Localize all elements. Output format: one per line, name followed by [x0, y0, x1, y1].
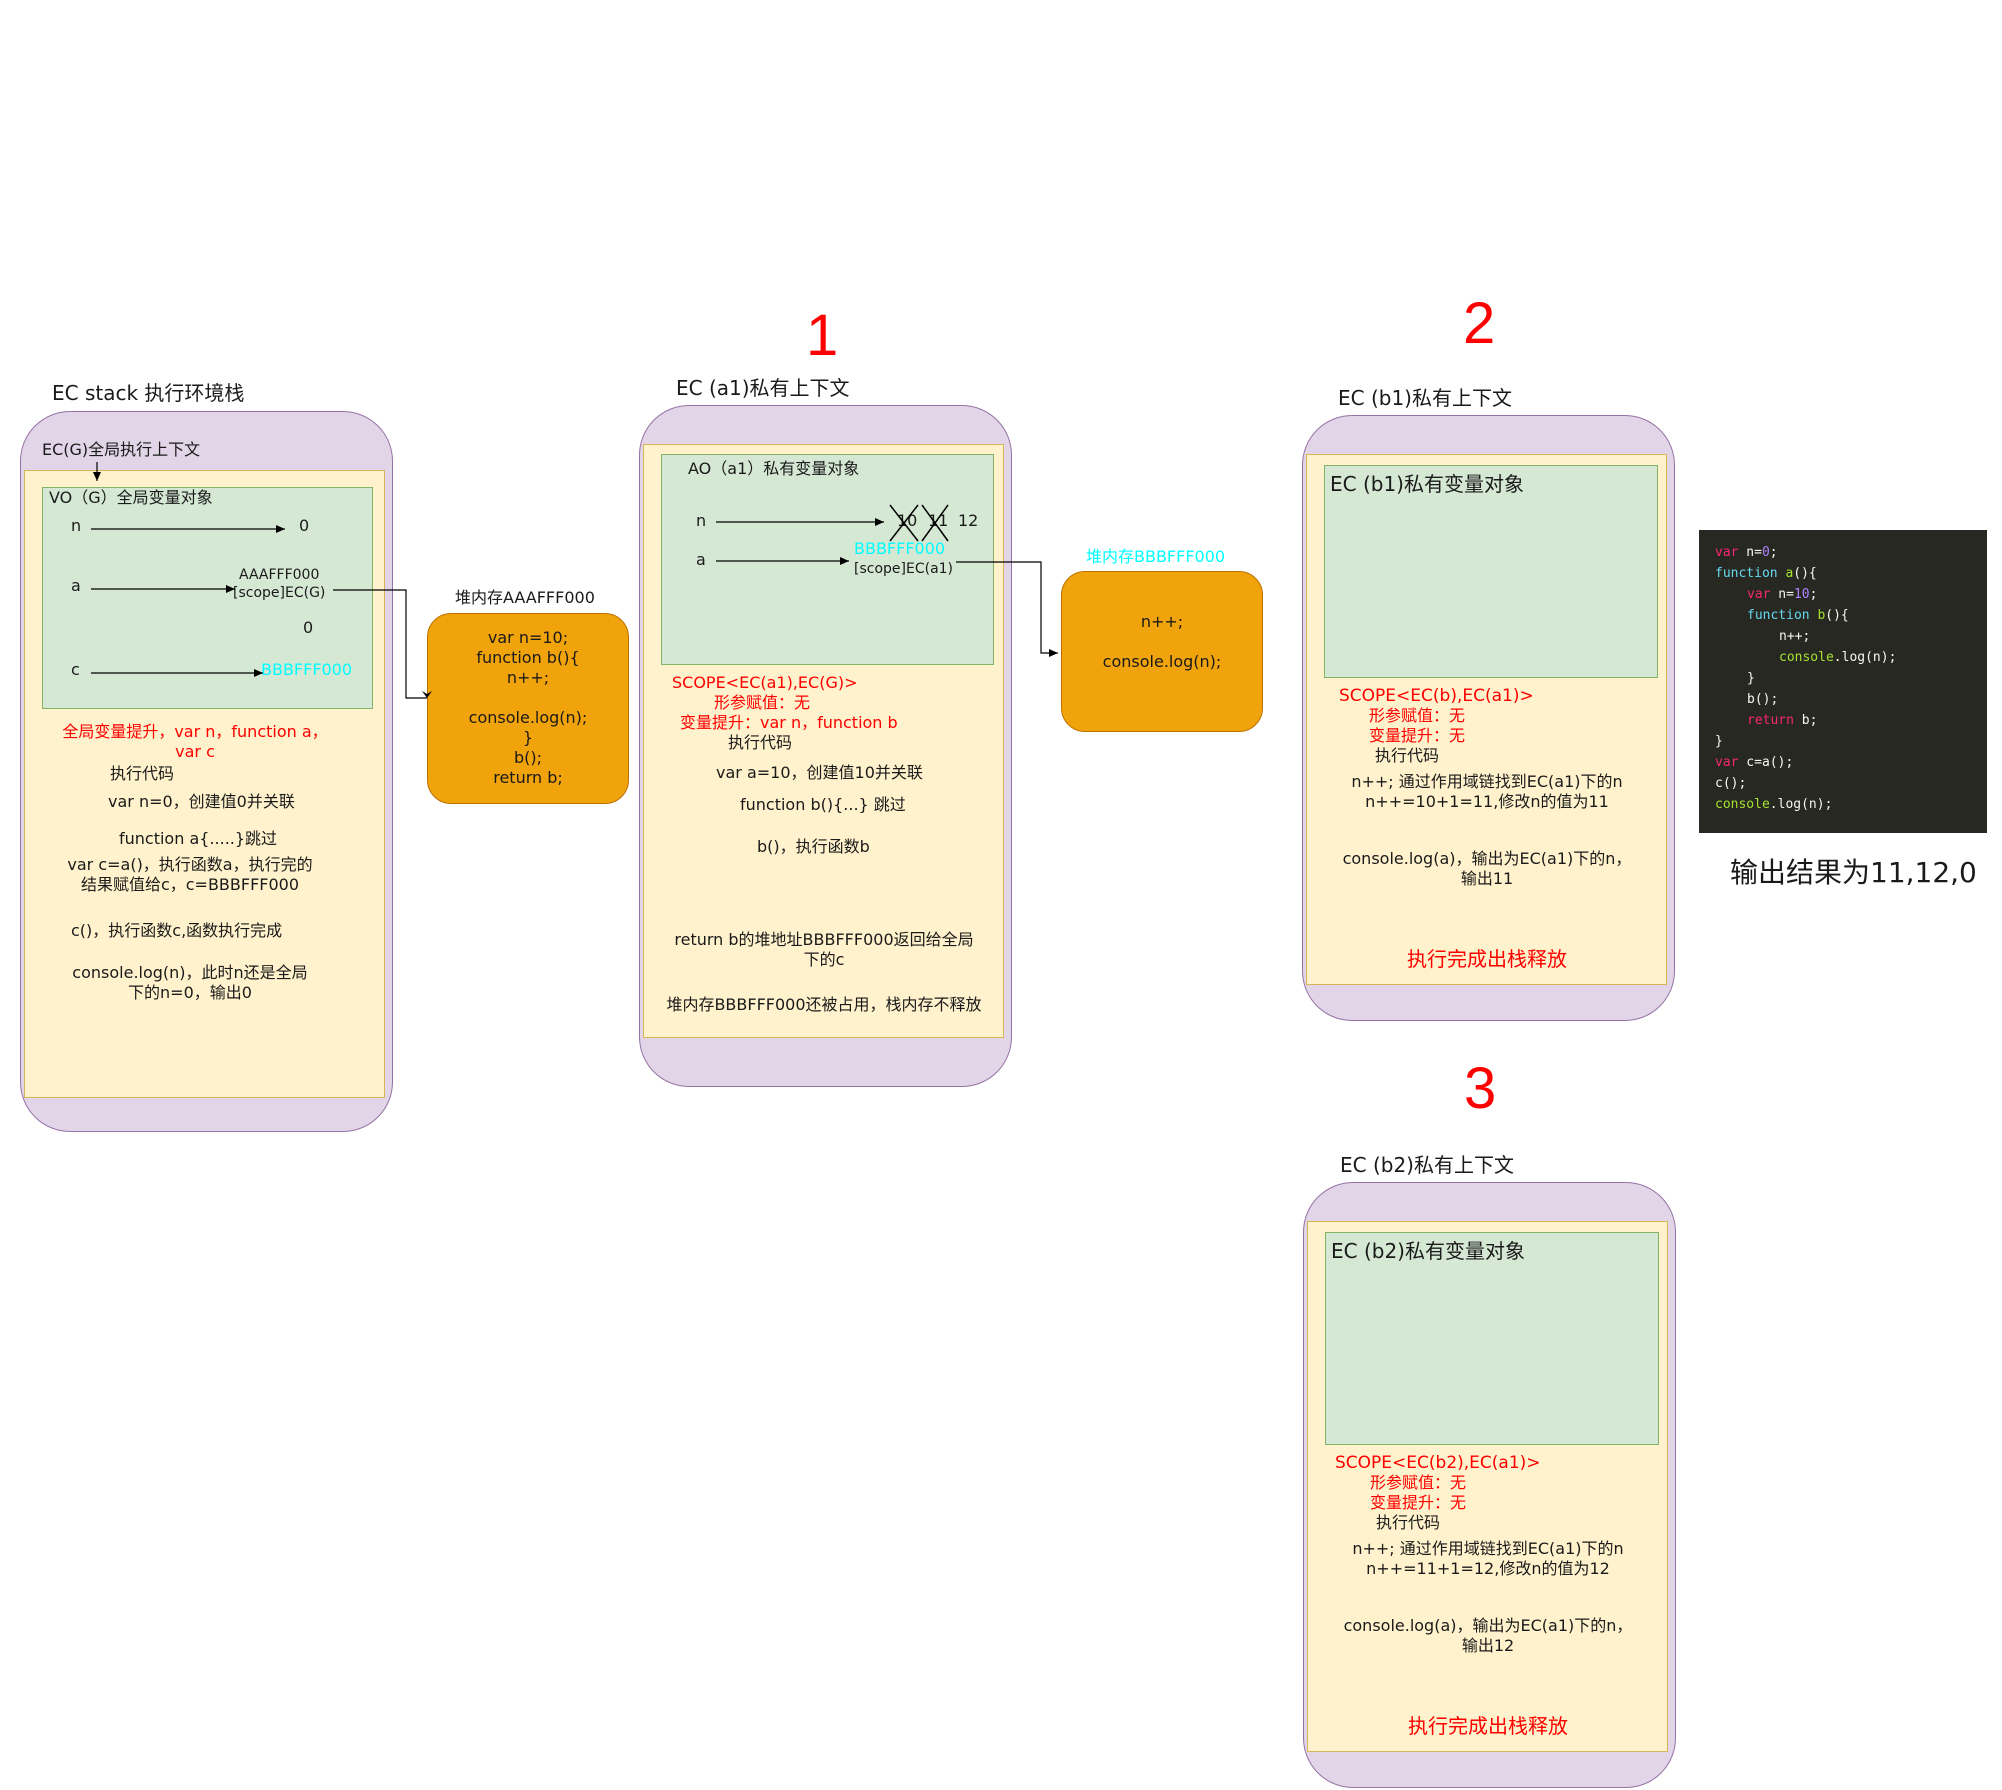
connector-a-to-heap-aaa [333, 589, 427, 699]
connector-layer [91, 462, 1058, 699]
connector-a-arrowhead [422, 691, 432, 698]
connector-a1-to-heap-bbb [956, 561, 1058, 657]
